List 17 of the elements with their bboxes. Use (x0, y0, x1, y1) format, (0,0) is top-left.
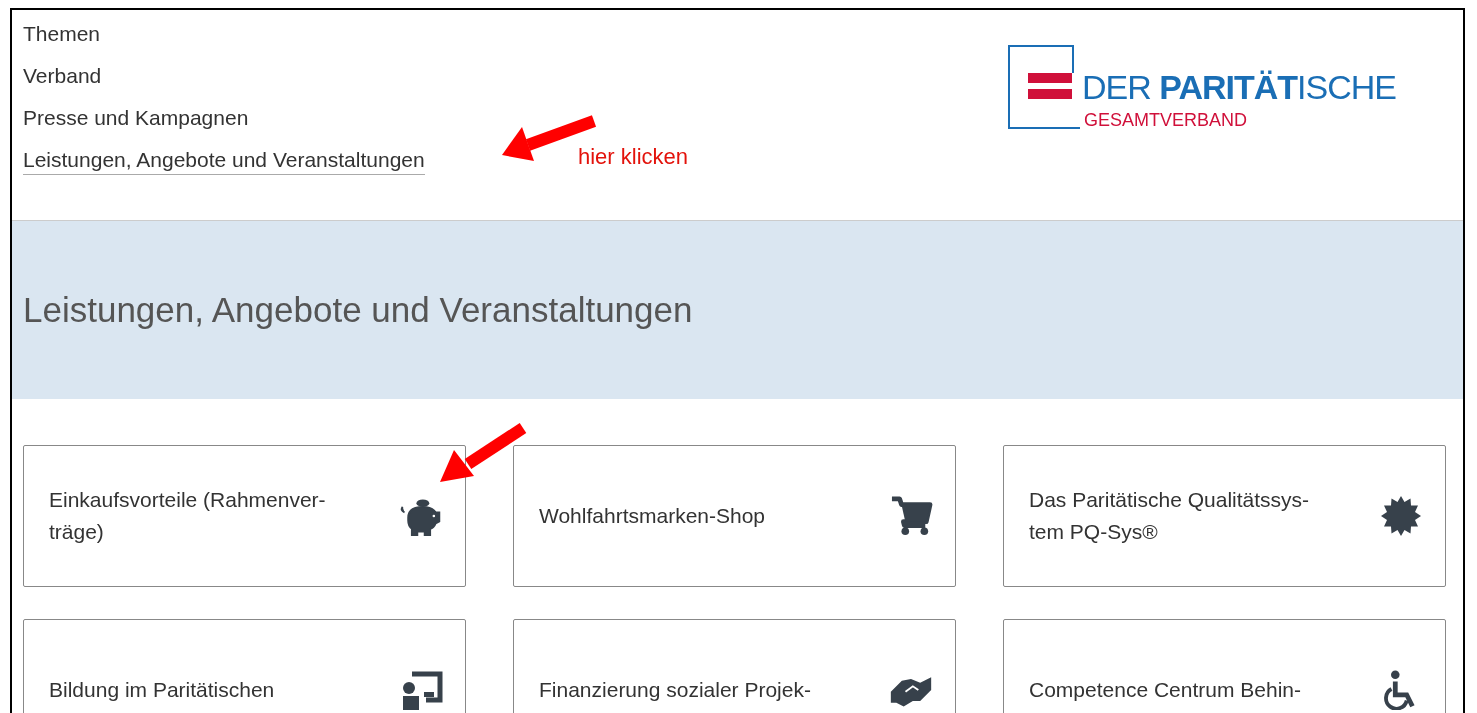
shopping-cart-icon (889, 496, 933, 536)
service-card[interactable]: Finanzierung sozialer Projek- (513, 619, 956, 713)
service-card[interactable]: Das Paritätische Qualitätssys- tem PQ-Sys® (1003, 445, 1446, 587)
nav-link[interactable]: Presse und Kampagnen (23, 106, 249, 133)
service-card[interactable]: Einkaufsvorteile (Rahmenver- träge) (23, 445, 466, 587)
nav-link[interactable]: Verband (23, 64, 102, 91)
service-card[interactable]: Competence Centrum Behin- (1003, 619, 1446, 713)
logo-wordmark: DER PARITÄTISCHE (1082, 69, 1396, 105)
service-card[interactable]: Wohlfahrtsmarken-Shop (513, 445, 956, 587)
annotation-note: hier klicken (578, 144, 689, 170)
service-card[interactable]: Bildung im Paritätischen (23, 619, 466, 713)
badge-icon (1379, 496, 1423, 536)
page-title: Leistungen, Angebote und Veranstaltungen (23, 290, 693, 330)
logo-bars-icon (1028, 73, 1072, 101)
logo-subtitle: GESAMTVERBAND (1084, 110, 1248, 130)
nav-link[interactable]: Leistungen, Angebote und Veranstaltungen (23, 148, 425, 175)
nav-link[interactable]: Themen (23, 22, 101, 49)
